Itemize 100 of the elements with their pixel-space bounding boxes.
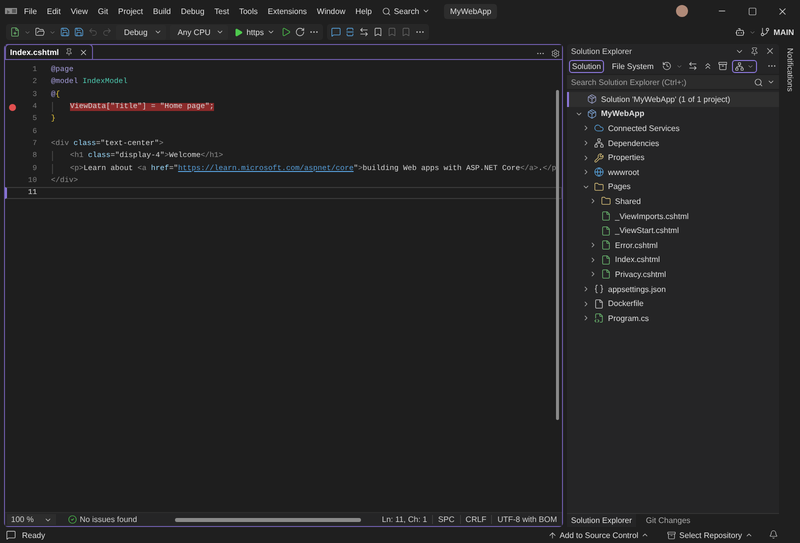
expand-icon[interactable] xyxy=(589,256,597,264)
cursor-position[interactable]: Ln: 11, Ch: 1 xyxy=(376,515,432,524)
wrench-icon[interactable] xyxy=(594,152,604,163)
comment-icon[interactable] xyxy=(330,27,341,37)
folder-icon[interactable] xyxy=(601,196,611,206)
repository-icon[interactable] xyxy=(667,530,676,540)
notifications-tab[interactable]: Notifications xyxy=(786,48,794,527)
horizontal-scrollbar[interactable] xyxy=(175,518,362,522)
razor-file-icon[interactable] xyxy=(601,240,611,250)
tree-item[interactable]: Program.cs xyxy=(567,310,779,326)
cloud-icon[interactable] xyxy=(594,123,604,134)
tree-item[interactable]: wwwroot xyxy=(567,164,779,180)
close-icon[interactable] xyxy=(776,6,788,16)
editor-tab[interactable]: Index.cshtml xyxy=(5,44,93,59)
menu-item[interactable]: View xyxy=(66,4,92,18)
encoding-status[interactable]: UTF-8 with BOM xyxy=(491,515,562,524)
panel-tab[interactable]: Solution Explorer xyxy=(567,514,636,527)
history-icon[interactable] xyxy=(662,61,672,71)
tree-item[interactable]: Dependencies xyxy=(567,136,779,150)
caret-icon[interactable] xyxy=(745,531,753,539)
globe-icon[interactable] xyxy=(594,167,604,178)
open-icon[interactable] xyxy=(35,27,45,37)
tree-item[interactable]: Index.cshtml xyxy=(567,252,779,268)
avatar[interactable] xyxy=(676,5,688,17)
maximize-icon[interactable] xyxy=(748,6,756,16)
scrollbar[interactable] xyxy=(556,90,559,420)
menu-item[interactable]: Test xyxy=(210,4,234,18)
branch-icon[interactable] xyxy=(760,27,770,37)
project-icon[interactable] xyxy=(587,108,597,119)
pin-icon[interactable] xyxy=(750,46,759,56)
menu-item[interactable]: Build xyxy=(149,4,175,18)
new-item-icon[interactable] xyxy=(10,27,20,37)
tree-item[interactable]: Shared xyxy=(567,194,779,209)
expand-icon[interactable] xyxy=(582,154,590,162)
save-all-icon[interactable] xyxy=(74,27,84,37)
menu-item[interactable]: File xyxy=(20,4,41,18)
settings-icon[interactable] xyxy=(551,48,560,58)
close-icon[interactable] xyxy=(765,46,775,56)
source-control-button[interactable]: Add to Source Control xyxy=(548,530,650,540)
tree-item[interactable]: Solution 'MyWebApp' (1 of 1 project) xyxy=(567,92,779,107)
restart-icon[interactable] xyxy=(294,27,305,37)
razor-file-icon[interactable] xyxy=(601,226,611,236)
search-icon[interactable] xyxy=(382,6,391,16)
expand-icon[interactable] xyxy=(589,197,597,206)
menu-item[interactable]: Help xyxy=(351,4,376,18)
sync-icon[interactable] xyxy=(688,61,698,71)
folder-icon[interactable] xyxy=(594,182,604,192)
caret-icon[interactable] xyxy=(422,7,430,15)
play-icon[interactable] xyxy=(234,28,244,36)
razor-file-icon[interactable] xyxy=(601,269,611,280)
menu-item[interactable]: Tools xyxy=(235,4,262,18)
caret-icon[interactable] xyxy=(266,28,275,36)
bookmark-icon[interactable] xyxy=(372,27,383,37)
tree-item[interactable]: Error.cshtml xyxy=(567,238,779,253)
tree-item[interactable]: Pages xyxy=(567,180,779,194)
json-file-icon[interactable] xyxy=(594,284,604,294)
solution-icon[interactable] xyxy=(587,94,597,104)
search-menu[interactable]: Search xyxy=(378,4,434,18)
menu-item[interactable]: Debug xyxy=(176,4,208,18)
repository-button[interactable]: Select Repository xyxy=(667,530,753,540)
copilot-icon[interactable] xyxy=(734,27,745,37)
tree-item[interactable]: _ViewStart.cshtml xyxy=(567,223,779,238)
view-icon[interactable] xyxy=(735,62,744,70)
view-toggle[interactable]: Solution xyxy=(569,60,604,72)
view-toggle[interactable]: File System xyxy=(608,60,657,72)
tree-item[interactable]: Properties xyxy=(567,150,779,165)
tree-item[interactable]: Connected Services xyxy=(567,121,779,136)
expand-icon[interactable] xyxy=(582,314,590,322)
expand-icon[interactable] xyxy=(582,285,590,294)
expand-icon[interactable] xyxy=(582,139,590,148)
run-button[interactable]: https xyxy=(232,28,277,36)
configuration-dropdown[interactable]: Debug xyxy=(116,24,166,40)
zoom-dropdown[interactable]: 100 % xyxy=(7,514,56,525)
dependencies-icon[interactable] xyxy=(594,138,604,148)
search-field[interactable]: Search Solution Explorer (Ctrl+;) xyxy=(571,78,750,86)
code-file-icon[interactable] xyxy=(594,313,604,324)
panel-tab[interactable]: Git Changes xyxy=(642,514,694,527)
breakpoint-icon[interactable] xyxy=(8,104,16,111)
search-box[interactable]: Search Solution Explorer (Ctrl+;) xyxy=(567,75,779,89)
tree-item[interactable]: Privacy.cshtml xyxy=(567,267,779,282)
caret-icon[interactable] xyxy=(154,28,162,36)
tree-item[interactable]: MyWebApp xyxy=(567,106,779,122)
bell-icon[interactable] xyxy=(769,530,778,538)
menu-item[interactable]: Window xyxy=(312,4,350,18)
indentation-status[interactable]: SPC xyxy=(432,515,460,524)
line-endings-status[interactable]: CRLF xyxy=(460,515,492,524)
file-icon[interactable] xyxy=(594,298,604,309)
output-icon[interactable] xyxy=(6,530,16,540)
expand-icon[interactable] xyxy=(582,168,590,176)
save-icon[interactable] xyxy=(60,27,70,37)
caret-icon[interactable] xyxy=(767,78,775,86)
tree-item[interactable]: Dockerfile xyxy=(567,296,779,311)
menu-item[interactable]: Edit xyxy=(42,4,65,18)
collapse-all-icon[interactable] xyxy=(702,61,713,71)
tree-item[interactable]: _ViewImports.cshtml xyxy=(567,208,779,224)
menu-item[interactable]: Project xyxy=(114,4,148,18)
search-icon[interactable] xyxy=(754,78,763,86)
expand-icon[interactable] xyxy=(589,270,597,278)
arrow-up-icon[interactable] xyxy=(548,530,557,540)
platform-dropdown[interactable]: Any CPU xyxy=(170,24,228,40)
